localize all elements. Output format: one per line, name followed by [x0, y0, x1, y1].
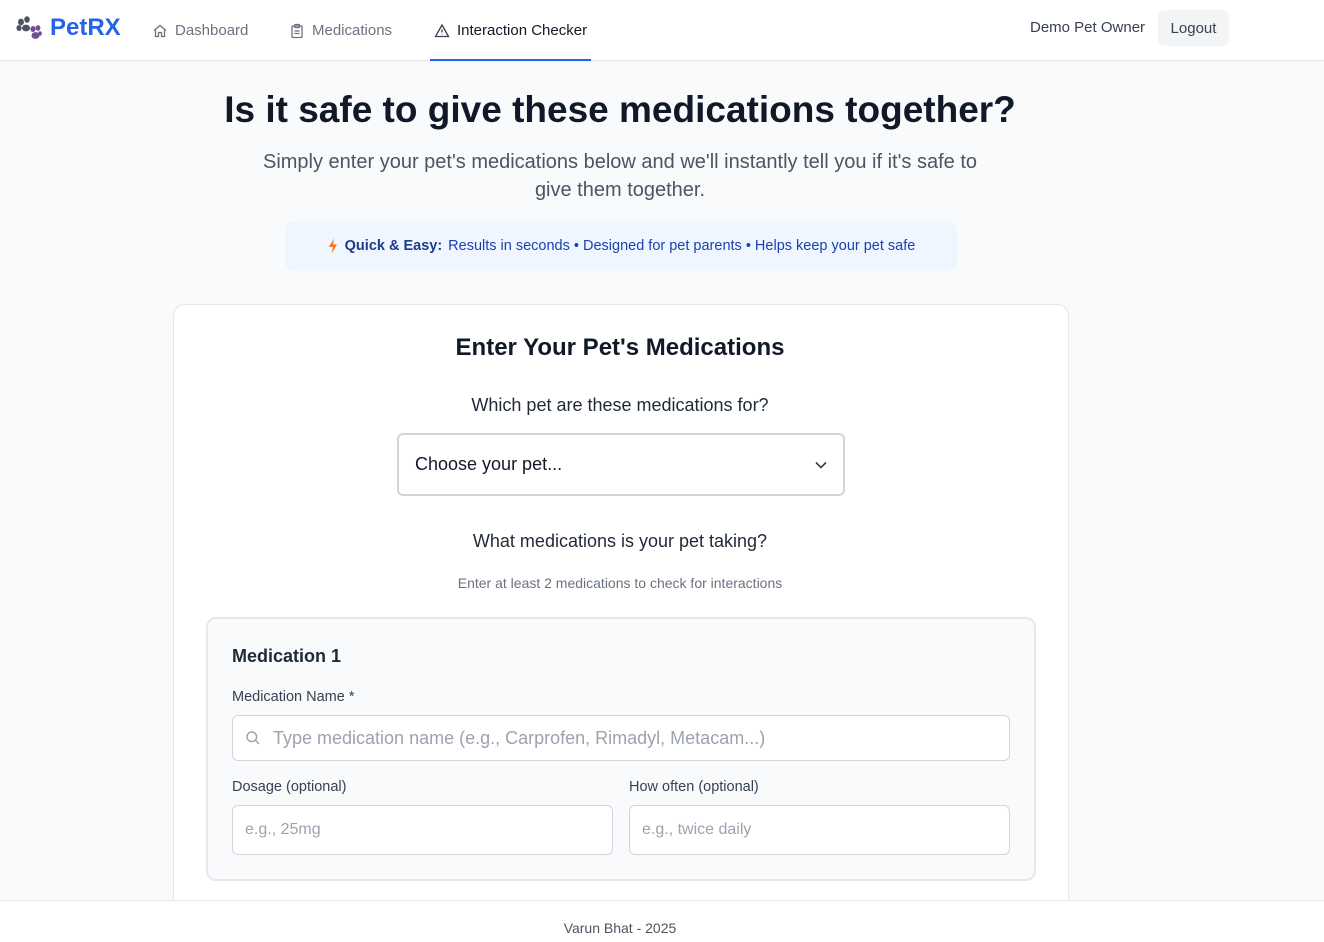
- nav-medications[interactable]: Medications: [289, 0, 392, 61]
- alert-triangle-icon: [434, 23, 450, 37]
- footer-text: Varun Bhat - 2025: [563, 920, 677, 936]
- page-title: Is it safe to give these medications tog…: [224, 89, 1016, 130]
- quick-info-banner: Quick & Easy: Results in seconds • Desig…: [285, 221, 957, 271]
- search-icon: [246, 731, 260, 745]
- pet-select-value: Choose your pet...: [415, 454, 563, 474]
- quick-info-text: Results in seconds • Designed for pet pa…: [448, 238, 916, 254]
- frequency-label: How often (optional): [629, 779, 759, 795]
- quick-info-label: Quick & Easy:: [344, 238, 443, 254]
- lightning-bolt-icon: [328, 238, 337, 254]
- medication-name-label: Medication Name *: [232, 689, 355, 705]
- nav-dashboard[interactable]: Dashboard: [152, 0, 248, 61]
- meds-question: What medications is your pet taking?: [472, 531, 768, 551]
- medication-name-input[interactable]: [232, 715, 1010, 761]
- form-title: Enter Your Pet's Medications: [455, 334, 785, 361]
- nav-interaction-checker-label: Interaction Checker: [457, 22, 588, 39]
- brand-name: PetRX: [50, 14, 121, 41]
- home-icon: [153, 24, 167, 37]
- medication-name-field: [232, 715, 1010, 761]
- nav-interaction-checker[interactable]: Interaction Checker: [429, 0, 592, 61]
- logout-button[interactable]: Logout: [1158, 10, 1229, 46]
- medication-entry-title: Medication 1: [232, 646, 342, 666]
- pet-question: Which pet are these medications for?: [471, 395, 769, 415]
- brand-logo[interactable]: PetRX: [16, 12, 121, 44]
- paw-icon: [16, 16, 42, 39]
- dosage-label: Dosage (optional): [232, 779, 347, 795]
- dosage-input[interactable]: [232, 805, 613, 855]
- footer: Varun Bhat - 2025: [0, 900, 1324, 942]
- pet-select[interactable]: Choose your pet...: [397, 433, 845, 496]
- meds-hint: Enter at least 2 medications to check fo…: [457, 575, 783, 591]
- user-name: Demo Pet Owner: [1030, 19, 1146, 36]
- nav-medications-label: Medications: [312, 22, 393, 39]
- top-navbar: PetRX Dashboard Medications Interaction …: [0, 0, 1324, 61]
- nav-dashboard-label: Dashboard: [175, 22, 249, 39]
- chevron-down-icon: [815, 461, 827, 469]
- page-subtitle: Simply enter your pet's medications belo…: [262, 151, 977, 201]
- clipboard-icon: [291, 23, 303, 38]
- frequency-input[interactable]: [629, 805, 1010, 855]
